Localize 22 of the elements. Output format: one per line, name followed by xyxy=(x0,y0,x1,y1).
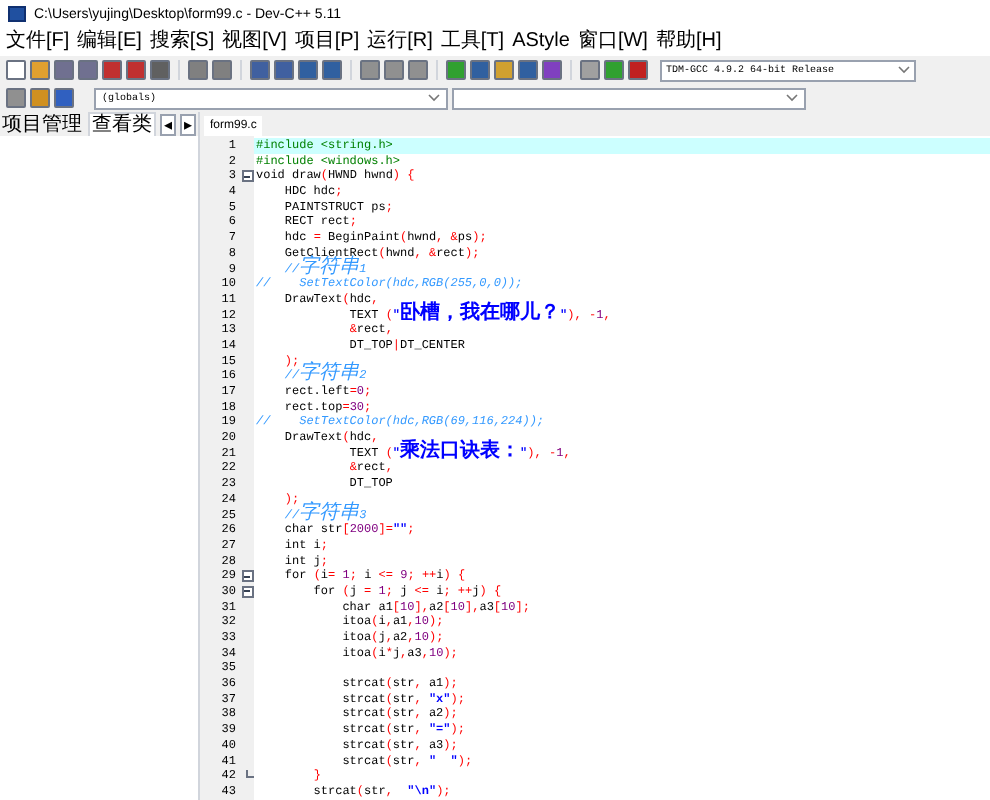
menu-item[interactable]: AStyle xyxy=(508,32,574,52)
collapse-toggle-icon[interactable] xyxy=(241,570,253,583)
scroll-tab-button[interactable]: ▸ xyxy=(180,113,196,135)
panel-tab[interactable]: 项目管理 xyxy=(0,113,84,135)
menu-item[interactable]: 工具[T] xyxy=(436,32,509,52)
menu-item[interactable]: 运行[R] xyxy=(363,32,437,52)
menu-item[interactable]: 帮助[H] xyxy=(651,32,726,52)
menu-item[interactable]: 文件[F] xyxy=(2,32,74,52)
menu-item[interactable]: 项目[P] xyxy=(290,32,364,52)
chevron-down-icon xyxy=(428,94,440,102)
menu-item[interactable]: 编辑[E] xyxy=(73,32,146,52)
chevron-down-icon xyxy=(786,94,798,102)
scroll-tab-button[interactable]: ◂ xyxy=(160,113,176,135)
panel-tab[interactable]: 查看类 xyxy=(88,111,156,137)
menu-item[interactable]: 搜索[S] xyxy=(145,32,219,52)
collapse-toggle-icon[interactable] xyxy=(241,585,253,598)
chevron-down-icon xyxy=(898,66,910,74)
app-icon xyxy=(8,6,26,22)
collapse-toggle-icon[interactable] xyxy=(241,170,253,183)
menu-item[interactable]: 视图[V] xyxy=(218,32,291,52)
menu-item[interactable]: 窗口[W] xyxy=(573,32,652,52)
member-select[interactable] xyxy=(452,87,806,109)
